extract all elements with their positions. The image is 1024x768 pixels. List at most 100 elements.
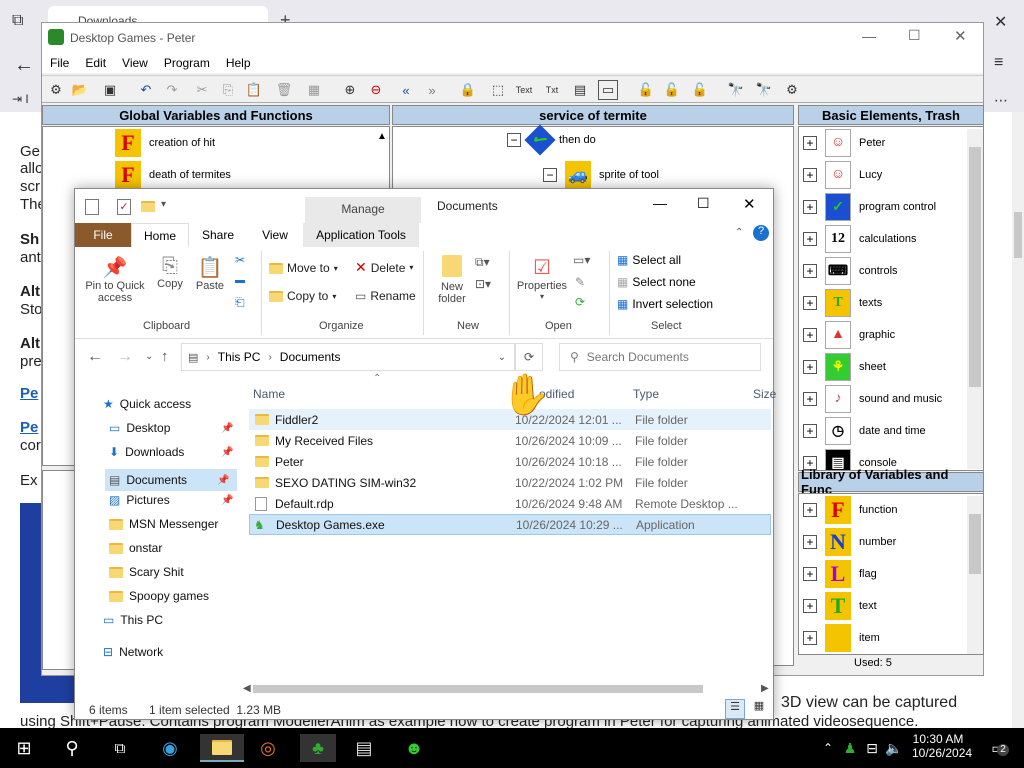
basic-item[interactable]: + ◷ date and time [803,417,926,445]
page-scrollbar[interactable] [1012,112,1024,728]
expand-icon[interactable]: + [803,503,817,517]
qa-dropdown-icon[interactable]: ▾ [161,199,166,210]
cut-icon[interactable]: ✂ [235,253,245,267]
basic-item[interactable]: + ☺ Lucy [803,161,882,189]
column-type[interactable]: Type [633,387,659,401]
text-edit-icon[interactable]: Txt [542,80,562,100]
menu-program[interactable]: Program [164,56,210,70]
nav-pinned-item[interactable]: ▭ Desktop 📌 [109,421,233,435]
move-to-button[interactable]: Move to ▾ [269,261,338,275]
column-size[interactable]: Size [753,387,776,401]
notepad-icon[interactable]: ▤ [350,734,378,762]
nav-folder-item[interactable]: Scary Shit [109,565,184,579]
nav-pinned-item[interactable]: ▤ Documents 📌 [105,469,237,491]
import-icon[interactable]: ⇥ I [12,92,29,106]
settings-icon[interactable]: ⚙ [46,80,66,100]
file-row[interactable]: Default.rdp 10/26/2024 9:48 AM Remote Desk… [249,493,771,514]
firefox-icon[interactable]: ◎ [254,734,282,762]
lock-icon[interactable]: 🔒 [458,80,478,100]
expand-icon[interactable]: + [803,567,817,581]
tab-actions-icon[interactable]: ⧉ [12,12,23,30]
edit-icon[interactable]: ✎ [575,275,585,289]
menu-file[interactable]: File [50,56,69,70]
delete-icon[interactable]: 🗑 [274,80,294,100]
web-link[interactable]: Pe [20,419,38,436]
expand-icon[interactable]: + [803,232,817,246]
address-bar[interactable]: ▤ › This PC › Documents ⌄ [181,343,515,371]
clock[interactable]: 10:30 AM 10/26/2024 [912,732,972,760]
search-icon[interactable]: ⚲ [58,734,86,762]
nav-quick-access[interactable]: ★ Quick access [103,397,191,411]
task-view-icon[interactable]: ⧉ [106,734,134,762]
select-none-button[interactable]: ▦ Select none [617,275,696,289]
volume-icon[interactable]: 🔈 [880,734,908,762]
nav-folder-item[interactable]: Spoopy games [109,589,209,603]
nav-network[interactable]: ⊟ Network [103,645,163,659]
new-folder-button[interactable]: New folder [429,255,475,305]
expand-icon[interactable]: + [803,631,817,645]
maximize-icon[interactable]: ☐ [697,195,710,212]
tab-share[interactable]: Share [189,228,247,242]
forward-icon[interactable]: » [422,80,442,100]
library-pane[interactable]: + Ffunction + Nnumber + Lflag + Ttext + item [798,493,984,655]
undo-icon[interactable]: ↶ [136,80,156,100]
cut-icon[interactable]: ✂ [192,80,212,100]
grid-icon[interactable]: ▤ [570,80,590,100]
save-icon[interactable]: ▣ [100,80,120,100]
basic-item[interactable]: + ♪ sound and music [803,385,942,413]
global-item-death[interactable]: F death of termites [115,161,231,189]
delete-button[interactable]: ✕ Delete ▾ [355,259,413,276]
help-icon[interactable]: ? [753,225,769,241]
lock4-icon[interactable]: 🔓 [690,80,710,100]
find-icon[interactable]: 🔭 [726,80,746,100]
nav-pinned-item[interactable]: ▨ Pictures 📌 [109,493,233,507]
properties-button[interactable]: ☑ Properties ▾ [513,255,571,301]
library-scrollbar[interactable] [967,496,983,654]
close-icon[interactable]: ✕ [954,27,967,45]
collapse-icon[interactable]: − [507,133,521,147]
manage-tab[interactable]: Manage [305,197,421,223]
service-item-sprite[interactable]: − 🚙 sprite of tool [543,161,659,189]
redo-icon[interactable]: ↷ [162,80,182,100]
column-name[interactable]: Name [253,387,285,401]
breadcrumb-this-pc[interactable]: This PC [218,350,261,364]
expand-icon[interactable]: + [803,264,817,278]
global-item-hit[interactable]: F creation of hit [115,129,215,157]
minimize-icon[interactable]: — [862,28,876,44]
maximize-icon[interactable]: ☐ [908,27,921,44]
nav-folder-item[interactable]: MSN Messenger [109,517,218,531]
pin-quick-access-button[interactable]: 📌 Pin to Quick access [81,255,149,304]
expand-icon[interactable]: + [803,296,817,310]
recent-locations-icon[interactable]: ⌄ [145,351,153,362]
file-row[interactable]: ♞ Desktop Games.exe 10/26/2024 10:29 ... Ap… [249,514,771,535]
lock3-icon[interactable]: 🔓 [662,80,682,100]
basic-item[interactable]: + ☺ Peter [803,129,885,157]
file-row[interactable]: Peter 10/26/2024 10:18 ... File folder [249,451,771,472]
rename-button[interactable]: ▭ Rename [355,289,416,303]
details-view-icon[interactable]: ☰ [725,699,745,719]
copy-path-icon[interactable]: ▬ [235,275,245,286]
expand-icon[interactable]: + [803,535,817,549]
back-icon[interactable]: ← [87,348,103,366]
select-icon[interactable]: ⬚ [488,80,508,100]
expand-icon[interactable]: + [803,200,817,214]
expand-icon[interactable]: + [803,168,817,182]
history-icon[interactable]: ⟳ [575,295,585,309]
file-explorer-icon[interactable] [200,734,244,762]
folder-qa-icon[interactable] [141,201,155,215]
copy-to-button[interactable]: Copy to ▾ [269,289,336,303]
tab-view[interactable]: View [247,228,303,242]
search-input[interactable]: ⚲ Search Documents [559,343,761,371]
open-icon[interactable]: ▭▾ [573,253,590,267]
copy-icon[interactable]: ⎘ [218,80,238,100]
expand-icon[interactable]: + [803,424,817,438]
copy-button[interactable]: ⎘ Copy [153,255,187,290]
basic-pane[interactable]: + ☺ Peter + ☺ Lucy + ✓ program control +12 calcula… [798,126,984,471]
basic-item[interactable]: + Ttexts [803,289,882,317]
replace-icon[interactable]: ⚙ [782,80,802,100]
address-dropdown-icon[interactable]: ⌄ [498,352,506,363]
basic-item[interactable]: + ⚘ sheet [803,353,886,381]
service-item-then[interactable]: − ✓ then do [507,124,596,156]
properties-qa-icon[interactable] [85,199,99,215]
expand-icon[interactable]: + [803,328,817,342]
